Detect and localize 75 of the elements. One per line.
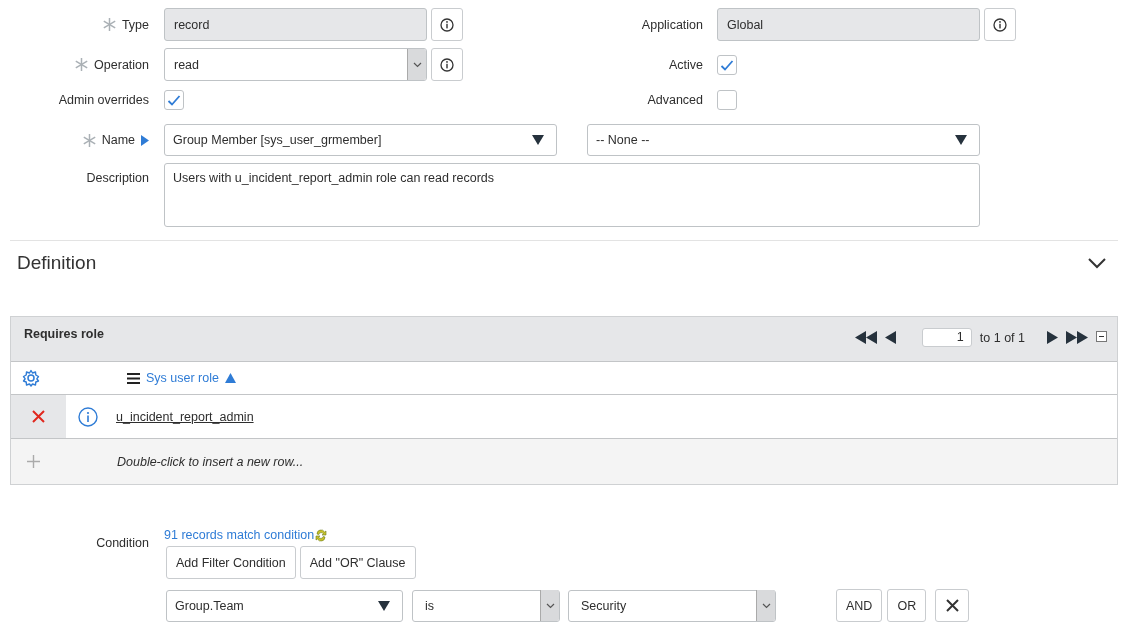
plus-icon [27, 455, 40, 468]
page-range: to 1 of 1 [979, 330, 1025, 345]
description-field[interactable]: Users with u_incident_report_admin role can read records [164, 163, 980, 227]
last-page-icon [1066, 331, 1088, 344]
field-value: Global [727, 17, 764, 32]
collapse-button[interactable] [1096, 331, 1107, 344]
checkbox[interactable] [717, 54, 737, 75]
chevron-down-icon [545, 602, 555, 609]
record-link[interactable]: u_incident_report_admin [116, 409, 254, 424]
close-icon [32, 410, 45, 423]
condition-button[interactable]: AND [836, 589, 883, 622]
field-label: Admin overrides [58, 93, 149, 107]
next-page-button[interactable] [1047, 331, 1058, 344]
field-value: Group.Team [175, 598, 244, 613]
column-header[interactable]: Sys user role [127, 371, 236, 385]
dropdown-arrow-icon [378, 600, 390, 611]
info-button[interactable] [431, 8, 463, 41]
chevron-down-icon [761, 602, 771, 609]
field-label: Active [668, 57, 703, 72]
condition-button[interactable]: OR [887, 589, 927, 622]
checkbox[interactable] [717, 90, 737, 110]
field-value: read [174, 57, 200, 72]
field-label: Operation [94, 57, 149, 72]
dropdown-arrow-icon [955, 135, 967, 145]
field-value: Group Member [sys_user_grmember] [173, 133, 382, 147]
field-label: Condition [96, 536, 149, 550]
insert-row[interactable]: Double-click to insert a new row... [11, 439, 1117, 484]
field-select[interactable]: Group.Team [166, 589, 403, 622]
info-button[interactable] [984, 8, 1016, 41]
filter-button[interactable]: Add Filter Condition [166, 546, 296, 579]
field-value: is [425, 598, 435, 613]
first-page-icon [854, 331, 877, 344]
info-icon [440, 57, 454, 72]
chevron-down-icon [412, 61, 422, 68]
last-page-button[interactable] [1066, 331, 1088, 344]
field-value: Security [581, 598, 627, 613]
field-value: record [174, 17, 210, 32]
field-value: -- None -- [596, 133, 650, 147]
field-label: Type [121, 17, 149, 32]
info-button[interactable] [431, 48, 463, 81]
next-page-icon [1047, 331, 1058, 344]
collapse-icon [1096, 331, 1107, 344]
field-label: Name [101, 133, 135, 147]
value-select[interactable]: Security [568, 589, 776, 622]
field-label: Advanced [647, 93, 703, 107]
table-picker[interactable]: Group Member [sys_user_grmember] [164, 124, 557, 156]
field-picker[interactable]: -- None -- [587, 124, 980, 156]
field-label: Application [641, 17, 703, 32]
settings-icon[interactable] [22, 369, 40, 387]
section-title: Definition [17, 252, 97, 274]
operation-select[interactable]: read [164, 48, 427, 81]
remove-button[interactable] [935, 589, 970, 622]
info-icon [993, 17, 1007, 32]
info-icon[interactable] [78, 406, 98, 427]
match-count-link[interactable]: 91 records match condition [164, 528, 970, 542]
field-label: Description [86, 171, 149, 185]
page-number-field[interactable]: 1 [921, 328, 972, 347]
list-title: Requires role [23, 326, 104, 341]
caret-right-icon[interactable] [141, 134, 149, 146]
filter-button[interactable]: Add "OR" Clause [299, 546, 416, 579]
previous-page-icon [884, 331, 896, 344]
menu-icon[interactable] [127, 372, 140, 384]
close-icon [945, 599, 959, 612]
checkmark-icon [167, 94, 181, 106]
chevron-down-icon[interactable] [1088, 257, 1106, 269]
info-icon [440, 17, 454, 32]
first-page-button[interactable] [854, 331, 877, 344]
checkbox[interactable] [164, 90, 184, 110]
previous-page-button[interactable] [884, 331, 896, 344]
delete-button[interactable] [32, 410, 45, 423]
refresh-icon[interactable] [315, 528, 328, 542]
dropdown-arrow-icon [532, 135, 544, 145]
checkmark-icon [720, 58, 734, 71]
insert-hint: Double-click to insert a new row... [117, 454, 304, 469]
operator-select[interactable]: is [412, 589, 560, 622]
